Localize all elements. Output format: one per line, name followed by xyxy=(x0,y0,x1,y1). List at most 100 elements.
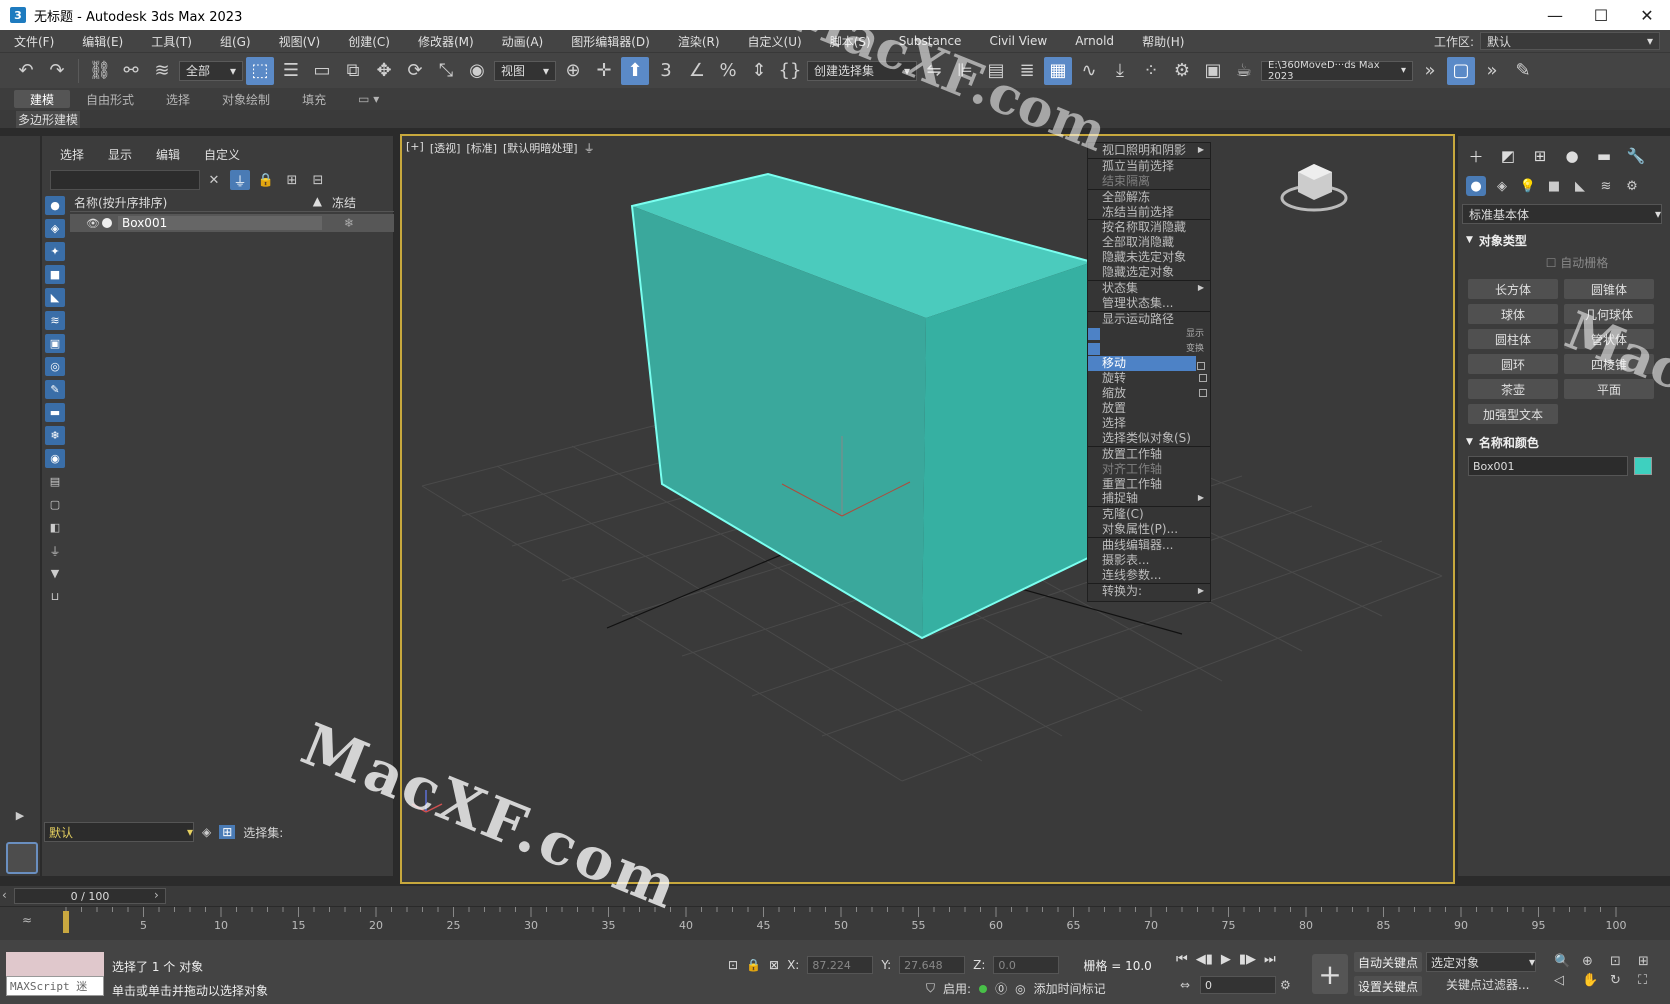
space-warps-icon[interactable]: ≋ xyxy=(1596,176,1616,196)
snaps-toggle-icon[interactable]: 3 xyxy=(652,57,680,85)
menu-help[interactable]: 帮助(H) xyxy=(1128,33,1198,50)
y-coordinate-field[interactable]: 27.648 xyxy=(899,956,966,974)
keyboard-shortcut-override-icon[interactable]: ⬆ xyxy=(621,56,649,85)
align-icon[interactable]: ⊫ xyxy=(951,57,979,85)
time-config-icon[interactable]: ⚙ xyxy=(1280,978,1291,992)
place-icon[interactable]: ◉ xyxy=(463,57,491,85)
curve-editor-icon[interactable]: ∿ xyxy=(1075,57,1103,85)
maximize-icon[interactable]: ☐ xyxy=(1578,0,1624,30)
box-side-face[interactable] xyxy=(922,262,1092,638)
table-row[interactable]: 👁 Box001 ❄ xyxy=(70,214,394,232)
tab-freeform[interactable]: 自由形式 xyxy=(70,90,150,108)
toggle-ribbon-icon[interactable]: ▦ xyxy=(1044,56,1072,85)
auto-key-button[interactable]: 自动关键点 xyxy=(1354,952,1423,972)
motion-tab-icon[interactable]: ● xyxy=(1562,146,1582,166)
z-coordinate-field[interactable]: 0.0 xyxy=(993,956,1060,974)
spinner-snap-icon[interactable]: ⇕ xyxy=(745,57,773,85)
zoom-extents-all-icon[interactable]: ⊞ xyxy=(1638,954,1662,969)
quad-item-select[interactable]: 选择 xyxy=(1088,416,1210,431)
key-filters-button[interactable]: 关键点过滤器... xyxy=(1446,976,1529,993)
quad-item-dope-sheet[interactable]: 摄影表... xyxy=(1088,553,1210,568)
utilities-tab-icon[interactable]: 🔧 xyxy=(1626,146,1646,166)
zoom-all-icon[interactable]: ⊕ xyxy=(1582,954,1606,969)
absolute-mode-icon[interactable]: ⊠ xyxy=(769,958,779,972)
mirror-icon[interactable]: ⇋ xyxy=(920,57,948,85)
torus-button[interactable]: 圆环 xyxy=(1468,354,1558,374)
play-icon[interactable]: ▶ xyxy=(1221,952,1231,967)
more-tools-2-icon[interactable]: » xyxy=(1478,57,1506,85)
menu-edit[interactable]: 编辑(E) xyxy=(68,33,137,50)
sphere-button[interactable]: 球体 xyxy=(1468,304,1558,324)
auto-grid-checkbox[interactable]: ☐ 自动栅格 xyxy=(1492,254,1662,271)
rendered-frame-window-icon[interactable]: ▣ xyxy=(1199,57,1227,85)
quad-item-manage-state-sets[interactable]: 管理状态集... xyxy=(1088,296,1210,311)
teapot-button[interactable]: 茶壶 xyxy=(1468,379,1558,399)
space-warps-filter-icon[interactable]: ≋ xyxy=(45,311,65,330)
time-tag-toggle-icon[interactable]: ⓪ xyxy=(995,980,1007,997)
chevron-right-icon[interactable]: › xyxy=(154,888,159,902)
settings-box-icon[interactable] xyxy=(1199,374,1207,383)
bind-space-warp-icon[interactable]: ≋ xyxy=(148,57,176,85)
frozen-filter-icon[interactable]: ❄ xyxy=(45,426,65,445)
sort-icon[interactable]: ⊞ xyxy=(219,825,236,839)
orbit-icon[interactable]: ↻ xyxy=(1610,973,1634,988)
quad-item-move[interactable]: 移动 xyxy=(1088,356,1196,372)
angle-snap-icon[interactable]: ∠ xyxy=(683,57,711,85)
menu-rendering[interactable]: 渲染(R) xyxy=(664,33,734,50)
minimize-icon[interactable]: — xyxy=(1532,0,1578,30)
hierarchy-icon[interactable]: ⊞ xyxy=(282,170,302,190)
cameras-filter-icon[interactable]: ■ xyxy=(45,265,65,284)
menu-civil-view[interactable]: Civil View xyxy=(975,34,1061,48)
quad-item-object-properties[interactable]: 对象属性(P)... xyxy=(1088,522,1210,537)
quad-item-isolate[interactable]: 孤立当前选择 xyxy=(1088,159,1210,174)
menu-group[interactable]: 组(G) xyxy=(206,33,265,50)
current-frame-field[interactable]: 0 xyxy=(1200,976,1276,994)
shapes-filter-icon[interactable]: ◈ xyxy=(45,219,65,238)
cylinder-button[interactable]: 圆柱体 xyxy=(1468,329,1558,349)
quad-item-motion-paths[interactable]: 显示运动路径 xyxy=(1088,312,1210,327)
lights-filter-icon[interactable]: ✦ xyxy=(45,242,65,261)
filter-icon[interactable]: ⏚ xyxy=(230,170,250,190)
quad-item-scale[interactable]: 缩放 xyxy=(1088,386,1210,401)
time-slider[interactable]: 0 / 100 xyxy=(14,888,166,904)
key-mode-icon[interactable]: ⇔ xyxy=(1180,978,1190,992)
viewport-standard-menu[interactable]: [标准] xyxy=(466,140,497,156)
maximize-viewport-icon[interactable]: ⛶ xyxy=(1638,973,1662,988)
name-color-header[interactable]: ▼ 名称和颜色 xyxy=(1462,432,1662,452)
link-icon[interactable]: ⛓ xyxy=(86,57,114,85)
previous-frame-icon[interactable]: ◀▮ xyxy=(1196,952,1213,967)
hierarchy-tab-icon[interactable]: ⊞ xyxy=(1530,146,1550,166)
schematic-view-icon[interactable]: ⤓ xyxy=(1106,57,1134,85)
x-coordinate-field[interactable]: 87.224 xyxy=(807,956,874,974)
go-to-start-icon[interactable]: ⏮ xyxy=(1176,952,1188,967)
viewport-general-menu[interactable]: [+] xyxy=(406,140,424,156)
select-object-icon[interactable]: ⬚ xyxy=(246,56,274,85)
maxscript-listener[interactable]: MAXScript 迷 xyxy=(6,952,104,1000)
menu-tools[interactable]: 工具(T) xyxy=(137,33,206,50)
cameras-icon[interactable]: ■ xyxy=(1544,176,1564,196)
menu-animation[interactable]: 动画(A) xyxy=(488,33,558,50)
close-icon[interactable]: ✕ xyxy=(1624,0,1670,30)
display-none-icon[interactable]: ▢ xyxy=(45,495,65,514)
eye-icon[interactable]: 👁 xyxy=(86,217,100,230)
zoom-icon[interactable]: 🔍 xyxy=(1554,954,1578,969)
quad-item-hide-unselected[interactable]: 隐藏未选定对象 xyxy=(1088,250,1210,265)
menu-customize[interactable]: 自定义(U) xyxy=(734,33,816,50)
lock-icon[interactable]: 🔒 xyxy=(256,170,276,190)
quad-item-unfreeze-all[interactable]: 全部解冻 xyxy=(1088,190,1210,205)
hidden-filter-icon[interactable]: ◉ xyxy=(45,449,65,468)
column-freeze[interactable]: 冻结 xyxy=(328,194,356,211)
viewport-layout-tab[interactable] xyxy=(6,842,38,874)
unlink-icon[interactable]: ⚯ xyxy=(117,57,145,85)
reference-coordinate-select[interactable]: 视图 ▾ xyxy=(494,60,556,81)
rectangular-selection-icon[interactable]: ▭ xyxy=(308,57,336,85)
explorer-settings-icon[interactable]: ⊔ xyxy=(45,587,65,606)
quad-item-place-working-pivot[interactable]: 放置工作轴 xyxy=(1088,447,1210,462)
layer-explorer-icon[interactable]: ≣ xyxy=(1013,57,1041,85)
pyramid-button[interactable]: 四棱锥 xyxy=(1564,354,1654,374)
expand-panel-icon[interactable]: ▶ xyxy=(10,806,30,825)
object-color-swatch[interactable] xyxy=(1634,457,1652,475)
undo-icon[interactable]: ↶ xyxy=(12,57,40,85)
zoom-extents-icon[interactable]: ⊡ xyxy=(1610,954,1634,969)
menu-modifiers[interactable]: 修改器(M) xyxy=(404,33,488,50)
